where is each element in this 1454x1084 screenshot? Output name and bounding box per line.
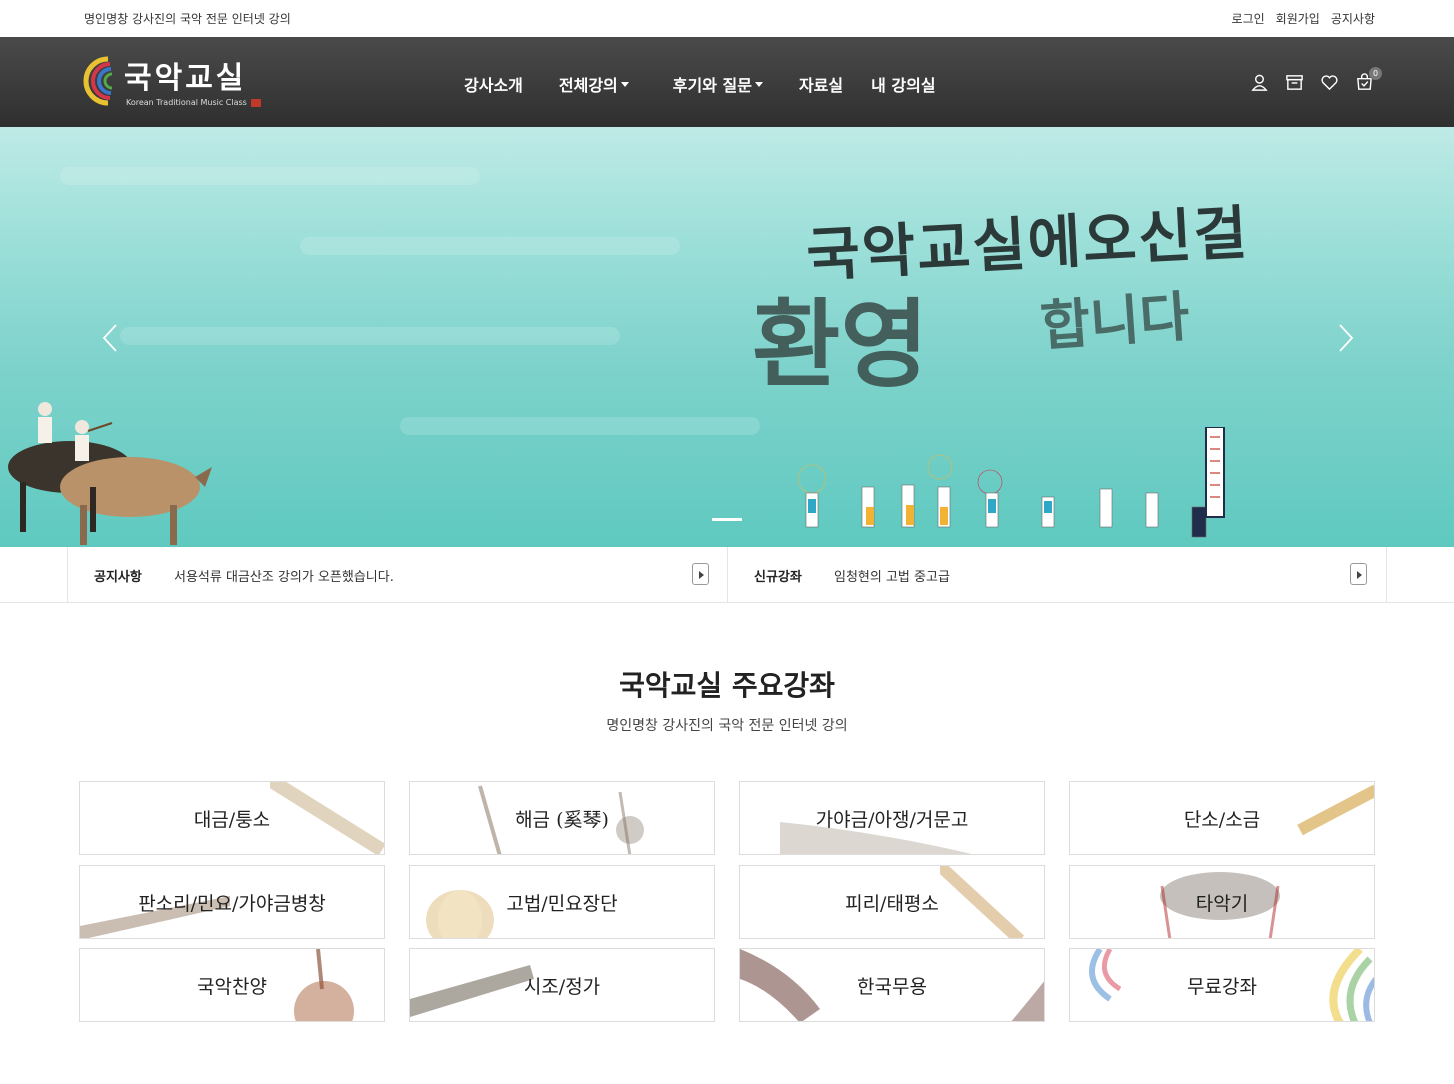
logo-subtitle: Korean Traditional Music Class	[126, 98, 261, 107]
category-gayageum-ajaeng-geomungo[interactable]: 가야금/아쟁/거문고	[739, 781, 1045, 855]
new-course-label: 신규강좌	[754, 570, 802, 585]
logo-wordmark: 국악교실	[124, 61, 247, 96]
category-label: 해금 (奚琴)	[515, 808, 609, 831]
nav-item-reviews-questions[interactable]: 후기와 질문	[673, 72, 763, 96]
site-logo[interactable]: 국악교실 Korean Traditional Music Class	[78, 51, 298, 115]
wave-streak	[300, 237, 680, 255]
notice-cell: 공지사항 서용석류 대금산조 강의가 오픈했습니다.	[67, 547, 728, 603]
category-piri-taepyeongso[interactable]: 피리/태평소	[739, 865, 1045, 939]
category-label: 타악기	[1195, 892, 1249, 915]
new-course-link[interactable]: 임청현의 고법 중고급	[834, 566, 950, 585]
notice-label: 공지사항	[94, 570, 142, 585]
nav-item-my-classroom[interactable]: 내 강의실	[871, 72, 935, 96]
category-label: 대금/퉁소	[193, 808, 271, 831]
hero-slider: 국악교실에오신걸 환영 합니다	[0, 127, 1454, 547]
category-gugak-praise[interactable]: 국악찬양	[79, 948, 385, 1022]
category-danso-sogeum[interactable]: 단소/소금	[1069, 781, 1375, 855]
main-nav: 강사소개 전체강의 후기와 질문 자료실 내 강의실	[464, 72, 936, 96]
category-label: 단소/소금	[1183, 808, 1261, 831]
caret-down-icon	[620, 81, 629, 87]
category-label: 피리/태평소	[845, 892, 939, 915]
nav-label: 전체강의	[558, 76, 618, 95]
nav-label: 후기와 질문	[672, 76, 752, 95]
main-header: 국악교실 Korean Traditional Music Class 강사소개…	[0, 37, 1454, 127]
section-title: 국악교실 주요강좌	[619, 669, 835, 702]
cart-button[interactable]: 0	[1355, 67, 1382, 92]
signup-link[interactable]: 회원가입	[1276, 10, 1320, 27]
nav-label: 강사소개	[464, 76, 523, 95]
notice-next-button[interactable]	[692, 563, 709, 585]
notice-strip: 공지사항 서용석류 대금산조 강의가 오픈했습니다. 신규강좌 임청현의 고법 …	[0, 547, 1454, 603]
category-percussion[interactable]: 타악기	[1069, 865, 1375, 939]
wave-streak	[400, 417, 760, 435]
wave-streak	[60, 167, 480, 185]
logo-swirl-icon	[83, 56, 113, 106]
archive-icon[interactable]	[1285, 73, 1304, 92]
category-pansori-minyo-byeongchang[interactable]: 판소리/민요/가야금병창	[79, 865, 385, 939]
logo-subtitle-text: Korean Traditional Music Class	[126, 98, 247, 107]
nav-item-all-courses[interactable]: 전체강의	[559, 72, 629, 96]
top-utility-bar: 명인명창 강사진의 국악 전문 인터넷 강의 로그인 회원가입 공지사항	[0, 0, 1454, 37]
category-label: 한국무용	[857, 975, 927, 998]
cart-count-badge: 0	[1369, 67, 1382, 80]
new-course-cell: 신규강좌 임청현의 고법 중고급	[727, 547, 1387, 603]
utility-links: 로그인 회원가입 공지사항	[1232, 10, 1375, 27]
category-label: 시조/정가	[523, 975, 601, 998]
category-sijo-jeongga[interactable]: 시조/정가	[409, 948, 715, 1022]
heart-icon[interactable]	[1320, 73, 1339, 92]
slider-prev-arrow-icon[interactable]	[102, 323, 118, 353]
nav-item-instructors[interactable]: 강사소개	[464, 72, 523, 96]
category-label: 판소리/민요/가야금병창	[138, 892, 326, 915]
header-icons: 0	[1250, 67, 1382, 92]
notice-headline-link[interactable]: 서용석류 대금산조 강의가 오픈했습니다.	[174, 566, 394, 585]
slider-next-arrow-icon[interactable]	[1338, 323, 1354, 353]
category-gobeop-minyo-jangdan[interactable]: 고법/민요장단	[409, 865, 715, 939]
user-icon[interactable]	[1250, 73, 1269, 92]
farmers-dance-illustration	[797, 427, 1225, 538]
hero-headline-line2: 합니다	[1038, 283, 1192, 359]
category-label: 국악찬양	[197, 975, 267, 998]
site-tagline: 명인명창 강사진의 국악 전문 인터넷 강의	[84, 12, 291, 26]
nav-label: 자료실	[798, 76, 844, 95]
category-label: 고법/민요장단	[506, 892, 618, 915]
nav-item-resources[interactable]: 자료실	[799, 72, 843, 96]
category-free-courses[interactable]: 무료강좌	[1069, 948, 1375, 1022]
notice-link[interactable]: 공지사항	[1331, 10, 1375, 27]
category-haegeum[interactable]: 해금 (奚琴)	[409, 781, 715, 855]
caret-down-icon	[754, 81, 763, 87]
slider-pagination-dot-active[interactable]	[712, 518, 742, 521]
logo-stamp-icon	[250, 98, 261, 107]
category-label: 무료강좌	[1187, 975, 1257, 998]
nav-label: 내 강의실	[871, 76, 936, 95]
category-label: 가야금/아쟁/거문고	[815, 808, 969, 831]
section-subtitle: 명인명창 강사진의 국악 전문 인터넷 강의	[606, 718, 848, 734]
category-korean-dance[interactable]: 한국무용	[739, 948, 1045, 1022]
hero-headline-big: 환영	[752, 288, 929, 401]
wave-streak	[120, 327, 620, 345]
oxen-riders-illustration	[8, 402, 212, 545]
login-link[interactable]: 로그인	[1232, 10, 1265, 27]
category-daegeum-tungso[interactable]: 대금/퉁소	[79, 781, 385, 855]
new-course-next-button[interactable]	[1350, 563, 1367, 585]
